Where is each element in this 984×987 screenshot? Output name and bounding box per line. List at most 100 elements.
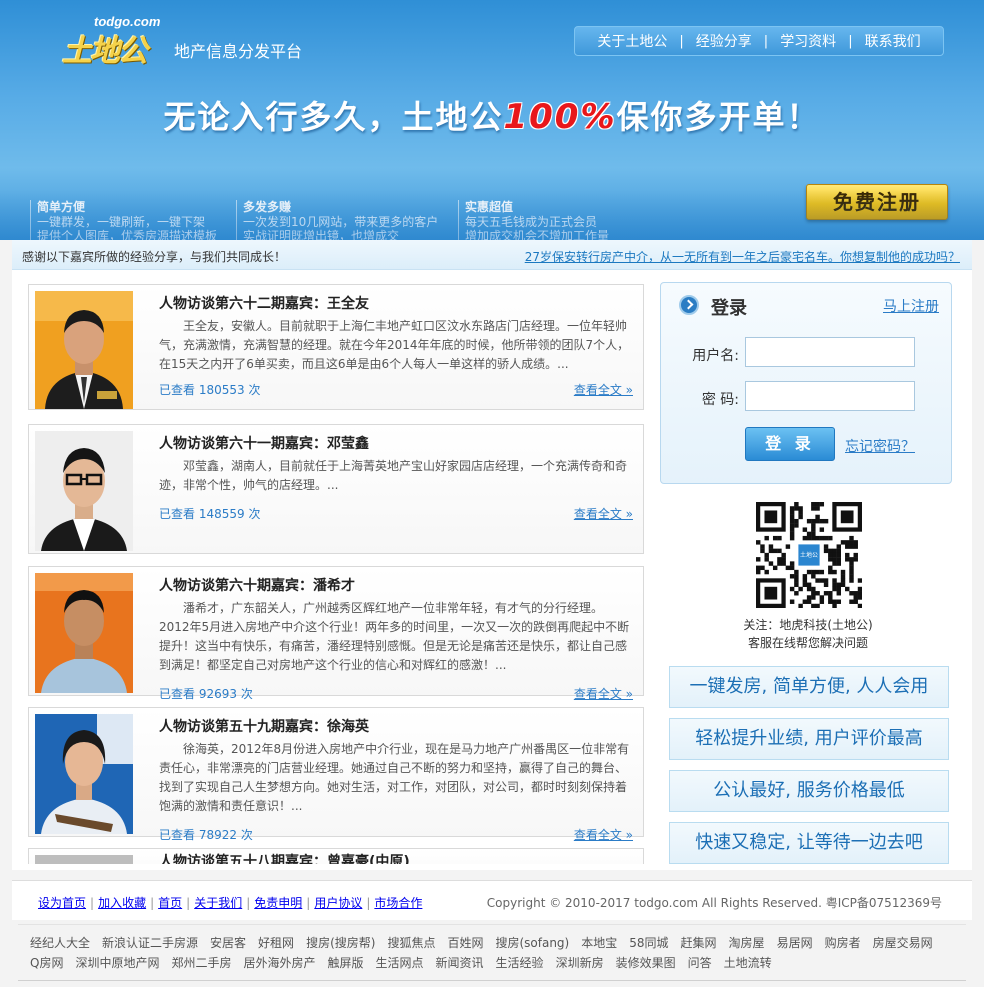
- view-count-prefix: 已查看: [159, 507, 196, 521]
- friend-link[interactable]: 百姓网: [447, 936, 483, 950]
- friend-link[interactable]: 安居客: [210, 936, 246, 950]
- friend-link[interactable]: 经纪人大全: [30, 936, 90, 950]
- article-summary: 潘希才，广东韶关人，广州越秀区辉红地产一位非常年轻，有才气的分行经理。2012年…: [159, 601, 630, 672]
- list-item: 人物访谈第六十期嘉宾：潘希才 潘希才，广东韶关人，广州越秀区辉红地产一位非常年轻…: [28, 566, 644, 701]
- arrow-circle-icon: [679, 295, 699, 315]
- site-footer: 设为首页 | 加入收藏 | 首页 | 关于我们 | 免责申明 | 用户协议 | 市场合作 Copyrig…: [12, 880, 972, 920]
- read-more-link[interactable]: 查看全文 »: [574, 381, 633, 398]
- friend-link[interactable]: 购房者: [825, 936, 861, 950]
- promo-banner[interactable]: 一键发房, 简单方便, 人人会用: [669, 666, 949, 708]
- nav-contact[interactable]: 联系我们: [853, 31, 933, 51]
- info-bar-story-link[interactable]: 27岁保安转行房产中介，从一无所有到一年之后豪宅名车。你想复制他的成功吗？: [525, 248, 960, 265]
- view-count-suffix: 次: [240, 687, 253, 701]
- footer-link-cooperation[interactable]: 市场合作: [374, 896, 422, 910]
- footer-link-home[interactable]: 首页: [158, 896, 182, 910]
- friend-link[interactable]: 本地宝: [581, 936, 617, 950]
- article-title[interactable]: 人物访谈第六十一期嘉宾：邓莹鑫: [159, 433, 369, 453]
- feature-line: 一键群发，一键刷新，一键下架: [37, 215, 206, 229]
- view-count-value: 180553: [198, 383, 245, 397]
- friend-link[interactable]: 生活网点: [376, 956, 424, 970]
- footer-separator: |: [186, 896, 191, 910]
- nav-experience[interactable]: 经验分享: [684, 31, 764, 51]
- friend-link[interactable]: 新浪认证二手房源: [102, 936, 198, 950]
- logo-mark: 土地公: [62, 34, 148, 69]
- free-signup-button[interactable]: 免费注册: [806, 184, 948, 220]
- qr-logo-text: 土地公: [800, 551, 818, 559]
- friend-link[interactable]: 生活经验: [496, 956, 544, 970]
- guest-photo[interactable]: [35, 431, 133, 551]
- guest-photo[interactable]: [35, 855, 133, 864]
- slogan-before: 无论入行多久，土地公: [163, 98, 504, 136]
- promo-banner[interactable]: 公认最好, 服务价格最低: [669, 770, 949, 812]
- register-link[interactable]: 马上注册: [883, 296, 939, 316]
- friend-link[interactable]: Q房网: [30, 956, 63, 970]
- promo-banner[interactable]: 快速又稳定, 让等待一边去吧: [669, 822, 949, 864]
- friend-link[interactable]: 土地流转: [724, 956, 772, 970]
- qr-caption-line: 客服在线帮您解决问题: [747, 636, 868, 650]
- copyright: Copyright © 2010-2017 todgo.com All Righ…: [486, 896, 942, 910]
- friend-link[interactable]: 装修效果图: [616, 956, 676, 970]
- friend-link[interactable]: 郑州二手房: [171, 956, 231, 970]
- friend-link[interactable]: 深圳新房: [556, 956, 604, 970]
- friend-link[interactable]: 易居网: [777, 936, 813, 950]
- guest-photo[interactable]: [35, 573, 133, 693]
- footer-link-disclaimer[interactable]: 免责申明: [254, 896, 302, 910]
- friend-link[interactable]: 房屋交易网: [873, 936, 933, 950]
- footer-link-about[interactable]: 关于我们: [194, 896, 242, 910]
- nav-about[interactable]: 关于土地公: [585, 31, 679, 51]
- friend-link[interactable]: 触屏版: [328, 956, 364, 970]
- main-content: 人物访谈第六十二期嘉宾：王全友 王全友，安徽人。目前就职于上海仁丰地产虹口区汶水…: [12, 270, 972, 870]
- list-item: 人物访谈第六十二期嘉宾：王全友 王全友，安徽人。目前就职于上海仁丰地产虹口区汶水…: [28, 284, 644, 410]
- friend-link[interactable]: 新闻资讯: [436, 956, 484, 970]
- feature-value: 实惠超值 每天五毛钱成为正式会员 增加成交机会不增加工作量: [458, 200, 673, 240]
- footer-separator: |: [366, 896, 371, 910]
- read-more-link[interactable]: 查看全文 »: [574, 826, 633, 843]
- friend-link[interactable]: 58同城: [629, 936, 668, 950]
- password-label: 密 码:: [701, 392, 739, 408]
- qr-caption-line: 关注：地虎科技(土地公): [743, 618, 873, 632]
- footer-link-homepage[interactable]: 设为首页: [38, 896, 86, 910]
- friend-link[interactable]: 搜狐焦点: [387, 936, 435, 950]
- article-summary: 邓莹鑫，湖南人，目前就任于上海菁英地产宝山好家园店店经理，一个充满传奇和奇迹，非…: [159, 459, 628, 492]
- friend-link[interactable]: 居外海外房产: [243, 956, 315, 970]
- promo-banner[interactable]: 轻松提升业绩, 用户评价最高: [669, 718, 949, 760]
- feature-line: 一次发到10几网站，带来更多的客户: [243, 215, 439, 229]
- article-title[interactable]: 人物访谈第五十九期嘉宾：徐海英: [159, 716, 369, 736]
- friend-link[interactable]: 好租网: [258, 936, 294, 950]
- view-count-value: 78922: [198, 828, 238, 842]
- read-more-link[interactable]: 查看全文 »: [574, 505, 633, 522]
- site-logo[interactable]: todgo.com 土地公: [62, 14, 172, 69]
- login-button[interactable]: 登 录: [745, 427, 835, 461]
- view-count-prefix: 已查看: [159, 383, 196, 397]
- view-count: 已查看 180553 次: [159, 381, 261, 398]
- friend-link[interactable]: 赶集网: [681, 936, 717, 950]
- list-item: 人物访谈第六十一期嘉宾：邓莹鑫 邓莹鑫，湖南人，目前就任于上海菁英地产宝山好家园…: [28, 424, 644, 554]
- view-count-value: 92693: [198, 687, 238, 701]
- footer-divider: [18, 980, 966, 981]
- friend-link[interactable]: 搜房(搜房帮): [306, 936, 375, 950]
- view-count-suffix: 次: [248, 507, 261, 521]
- article-summary: 徐海英，2012年8月份进入房地产中介行业，现在是马力地产广州番禺区一位非常有责…: [159, 742, 630, 813]
- footer-separator: |: [306, 896, 311, 910]
- feature-title: 简单方便: [37, 200, 86, 214]
- forgot-password-link[interactable]: 忘记密码？: [845, 436, 915, 456]
- read-more-link[interactable]: 查看全文 »: [574, 685, 633, 702]
- footer-link-agreement[interactable]: 用户协议: [314, 896, 362, 910]
- article-title[interactable]: 人物访谈第五十八期嘉宾：曾嘉豪(中原): [159, 851, 410, 864]
- friend-link[interactable]: 深圳中原地产网: [75, 956, 159, 970]
- friend-link[interactable]: 淘房屋: [729, 936, 765, 950]
- article-title[interactable]: 人物访谈第六十期嘉宾：潘希才: [159, 575, 355, 595]
- friend-link[interactable]: 搜房(sofang): [495, 936, 569, 950]
- username-input[interactable]: [745, 337, 915, 367]
- guest-photo[interactable]: [35, 714, 133, 834]
- login-heading: 登录: [711, 298, 747, 319]
- guest-photo[interactable]: [35, 291, 133, 409]
- qr-caption: 关注：地虎科技(土地公) 客服在线帮您解决问题: [662, 616, 954, 652]
- nav-learning[interactable]: 学习资料: [768, 31, 848, 51]
- feature-simple: 简单方便 一键群发，一键刷新，一键下架 提供个人图库，优秀房源描述模板: [30, 200, 245, 240]
- article-title[interactable]: 人物访谈第六十二期嘉宾：王全友: [159, 293, 369, 313]
- password-input[interactable]: [745, 381, 915, 411]
- footer-separator: |: [90, 896, 95, 910]
- footer-link-favorite[interactable]: 加入收藏: [98, 896, 146, 910]
- friend-link[interactable]: 问答: [688, 956, 712, 970]
